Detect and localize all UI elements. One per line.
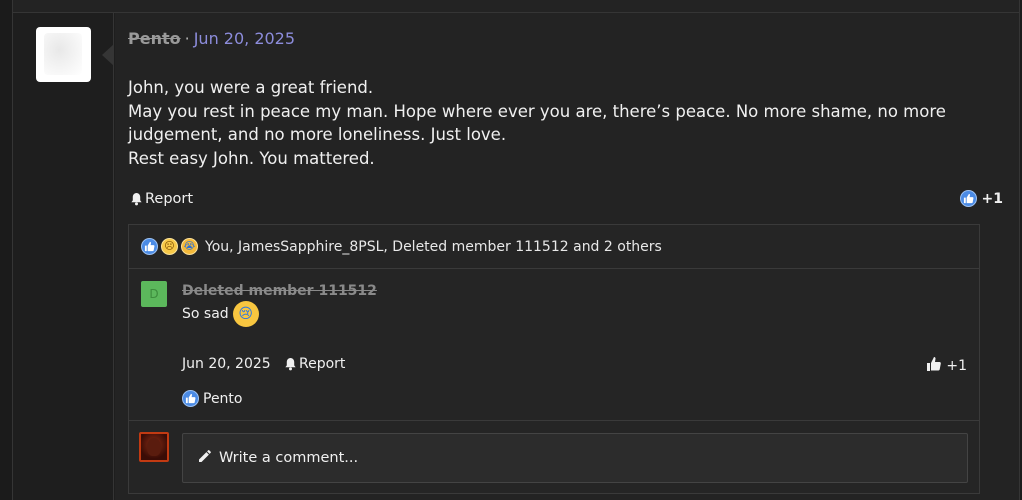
pencil-icon	[197, 448, 213, 468]
comments-section: ☹ 😭 You, JamesSapphire_8PSL, Deleted mem…	[128, 224, 980, 494]
thumbs-up-icon	[926, 356, 942, 376]
report-label: Report	[145, 191, 194, 207]
bell-icon	[130, 192, 143, 206]
comment-reactors[interactable]: Pento	[182, 390, 242, 407]
comment-date[interactable]: Jun 20, 2025	[182, 356, 271, 372]
post-author[interactable]: Pento	[128, 29, 181, 48]
reaction-users: You, JamesSapphire_8PSL, Deleted member …	[205, 238, 662, 255]
comment-report-button[interactable]: Report	[284, 356, 345, 372]
post-content: Pento · Jun 20, 2025 John, you were a grea…	[115, 13, 1019, 500]
current-user-avatar[interactable]	[139, 432, 169, 462]
post: Pento · Jun 20, 2025 John, you were a grea…	[12, 12, 1020, 500]
post-reaction-count: +1	[981, 190, 1003, 207]
post-body-line: John, you were a great friend.	[128, 78, 374, 97]
comment-author: Deleted member 111512	[182, 283, 377, 299]
post-author-column	[13, 13, 114, 500]
post-reaction-total[interactable]: +1	[959, 190, 1003, 207]
post-date[interactable]: Jun 20, 2025	[194, 29, 295, 48]
cry-icon: 😭	[181, 238, 198, 255]
comment-item: D Deleted member 111512 So sad 😢 Jun 20,…	[129, 269, 979, 421]
comment-author-avatar[interactable]: D	[141, 281, 167, 307]
post-body: John, you were a great friend. May you r…	[128, 76, 978, 170]
sad-icon: ☹	[161, 238, 178, 255]
like-icon	[141, 238, 158, 255]
like-icon	[182, 390, 199, 407]
reactions-summary[interactable]: ☹ 😭 You, JamesSapphire_8PSL, Deleted mem…	[129, 225, 979, 269]
post-header: Pento · Jun 20, 2025	[128, 29, 295, 48]
like-icon	[959, 190, 977, 207]
post-body-line: May you rest in peace my man. Hope where…	[128, 101, 946, 145]
bell-icon	[284, 357, 297, 371]
post-body-line: Rest easy John. You mattered.	[128, 148, 375, 168]
author-avatar[interactable]	[36, 27, 91, 82]
header-separator: ·	[184, 29, 190, 48]
write-comment-row: Write a comment...	[129, 421, 979, 494]
write-comment-input[interactable]: Write a comment...	[182, 433, 968, 483]
crying-emoji-icon: 😢	[232, 301, 259, 327]
comment-report-label: Report	[299, 356, 346, 372]
post-pointer	[102, 44, 114, 66]
comment-text-content: So sad	[182, 306, 229, 322]
comment-like-count: +1	[946, 358, 967, 374]
report-button[interactable]: Report	[130, 191, 193, 207]
write-comment-placeholder: Write a comment...	[219, 450, 359, 466]
comment-like-button[interactable]: +1	[926, 356, 967, 376]
comment-reactor-name: Pento	[203, 390, 243, 407]
comment-text: So sad 😢	[182, 301, 259, 327]
